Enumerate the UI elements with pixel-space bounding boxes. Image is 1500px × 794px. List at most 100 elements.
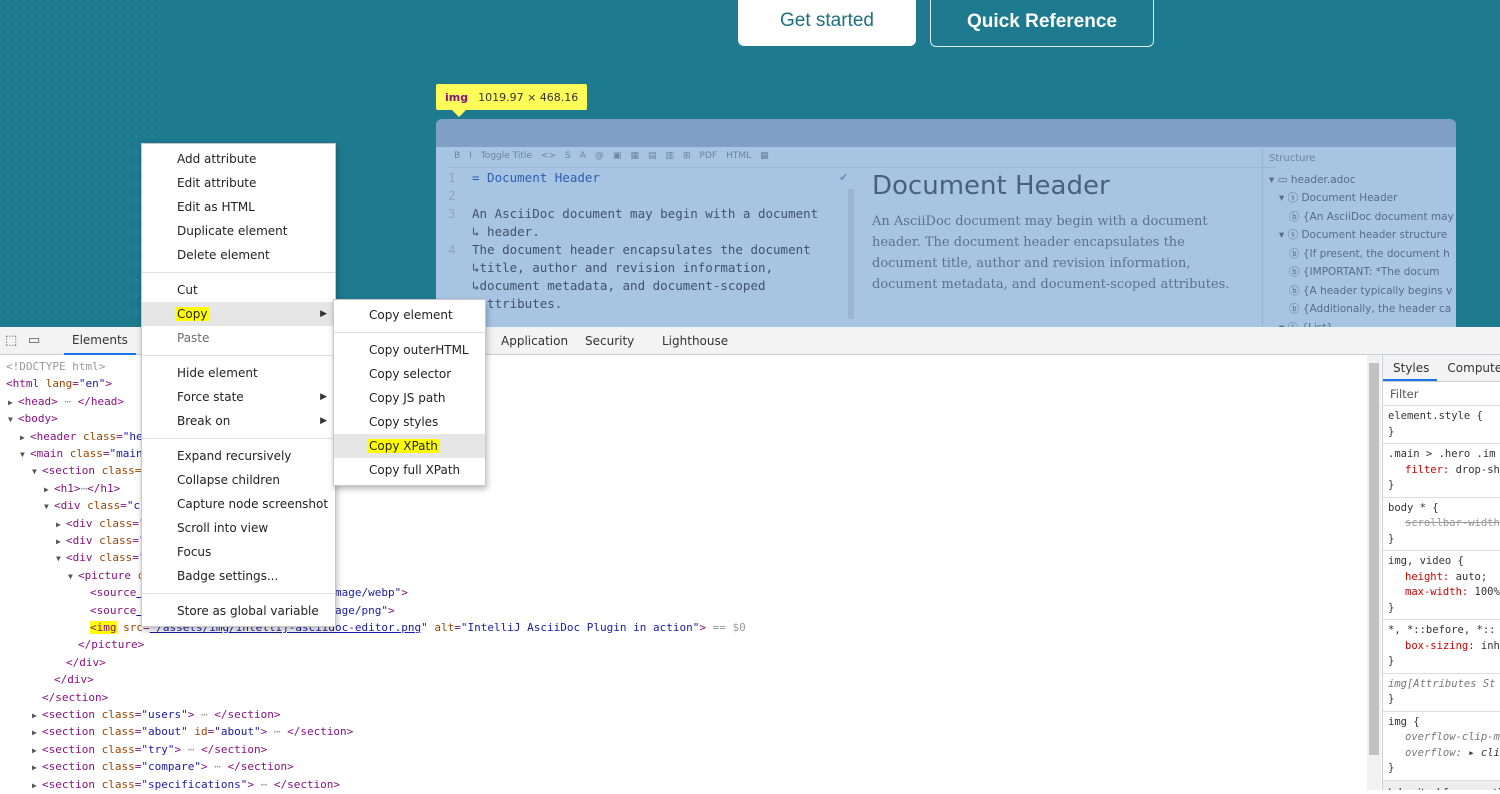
dom-node[interactable]: </div>: [54, 671, 94, 688]
device-toolbar-icon[interactable]: ▭: [28, 333, 40, 348]
toolbar-item: Toggle Title: [480, 151, 532, 161]
dom-node[interactable]: ▶ <h1>⋯</h1>: [44, 480, 120, 497]
dom-node[interactable]: ▼<div class=": [56, 549, 146, 566]
menu-item-break-on[interactable]: Break on ▶: [142, 409, 335, 433]
elements-scrollbar[interactable]: [1367, 355, 1381, 790]
menu-item-capture-node-screenshot[interactable]: Capture node screenshot: [142, 492, 335, 516]
dom-token: =: [72, 377, 79, 391]
inspect-icon[interactable]: ⬚: [5, 333, 17, 348]
menu-separator: [142, 593, 335, 594]
dom-node[interactable]: ▼ <body>: [8, 410, 58, 427]
style-property: overflow: ▸ cli: [1405, 746, 1500, 759]
tab-security[interactable]: Security: [585, 327, 634, 355]
dom-node[interactable]: ▼ <section class=: [32, 462, 141, 479]
tab-application[interactable]: Application: [501, 327, 568, 355]
menu-item-collapse-children[interactable]: Collapse children: [142, 468, 335, 492]
tab-styles[interactable]: Styles: [1383, 355, 1438, 381]
menu-item-scroll-into-view[interactable]: Scroll into view: [142, 516, 335, 540]
quick-reference-button[interactable]: Quick Reference: [930, 0, 1154, 47]
structure-item: ▾ ⓢ Document header structure: [1269, 229, 1448, 241]
dom-node[interactable]: <html lang="en">: [6, 375, 112, 392]
rule-close: }: [1388, 762, 1395, 774]
dom-token: <div: [66, 516, 100, 530]
dom-node[interactable]: ▶ <header class="he: [20, 428, 143, 445]
menu-item-delete-element[interactable]: Delete element: [142, 243, 335, 267]
menu-item-add-attribute[interactable]: Add attribute: [142, 147, 335, 171]
toolbar-item: ▣: [612, 151, 622, 161]
dom-node[interactable]: ▶ <section class="about" id="about"> ⋯ </…: [32, 723, 353, 740]
tab-lighthouse[interactable]: Lighthouse: [662, 327, 728, 355]
tooltip-size: 1019.97 × 468.16: [478, 90, 579, 104]
dom-token: >: [105, 377, 112, 391]
dom-node[interactable]: ▶ <section class="specifications"> ⋯ </se…: [32, 776, 340, 793]
menu-item-copy[interactable]: Copy ▶: [142, 302, 335, 326]
dom-token: ▼: [8, 415, 13, 425]
toolbar-item: A: [579, 151, 586, 161]
dom-node[interactable]: ▶ <section class="try"> ⋯ </section>: [32, 741, 267, 758]
menu-item-duplicate-element[interactable]: Duplicate element: [142, 219, 335, 243]
dom-token: <picture: [78, 568, 138, 582]
rule-selector: body * {: [1388, 501, 1439, 514]
dom-token: "he: [122, 429, 143, 443]
dom-node[interactable]: ▼ <div class="c: [44, 497, 140, 514]
toolbar-item: S: [565, 151, 571, 161]
dom-token: src: [116, 621, 143, 634]
line-number: [444, 259, 472, 277]
dom-token: =: [120, 499, 127, 513]
dom-token: </section>: [227, 760, 294, 774]
styles-filter-input[interactable]: Filter: [1383, 382, 1500, 406]
line-number: 1: [448, 170, 456, 185]
submenu-item-copy-js-path[interactable]: Copy JS path: [334, 386, 485, 410]
dom-node[interactable]: </section>: [42, 689, 108, 706]
code-line: 3 An AsciiDoc document may begin with a d…: [444, 205, 844, 223]
menu-item-cut[interactable]: Cut: [142, 278, 335, 302]
dom-token: =: [132, 551, 139, 565]
line-number: 3: [448, 206, 456, 221]
style-property: max-width: 100%: [1405, 586, 1500, 598]
menu-item-edit-attribute[interactable]: Edit attribute: [142, 171, 335, 195]
rule-close: }: [1388, 655, 1395, 667]
toolbar-item: B: [454, 151, 461, 161]
get-started-button[interactable]: Get started: [738, 0, 916, 46]
menu-item-badge-settings[interactable]: Badge settings...: [142, 564, 335, 588]
tab-computed[interactable]: Computed: [1437, 355, 1500, 381]
dom-token: ▶: [8, 397, 13, 407]
dom-node[interactable]: </div>: [66, 654, 106, 671]
dom-node[interactable]: </picture>: [78, 636, 144, 653]
menu-item-force-state[interactable]: Force state ▶: [142, 385, 335, 409]
style-rule: body * {scrollbar-width }: [1383, 498, 1500, 551]
submenu-item-copy-outerhtml[interactable]: Copy outerHTML: [334, 338, 485, 362]
dom-node[interactable]: ▶ <section class="users"> ⋯ </section>: [32, 706, 280, 723]
dom-node[interactable]: ▶ <head> ⋯ </head>: [8, 393, 124, 410]
menu-item-hide-element[interactable]: Hide element: [142, 361, 335, 385]
style-rule: element.style {}: [1383, 406, 1500, 444]
dom-token: lang: [45, 377, 73, 391]
menu-item-expand-recursively[interactable]: Expand recursively: [142, 444, 335, 468]
toolbar-item: ⊞: [682, 151, 691, 161]
menu-item-focus[interactable]: Focus: [142, 540, 335, 564]
structure-item: ⓑ {If present, the document h: [1269, 247, 1450, 260]
menu-item-store-as-global-variable[interactable]: Store as global variable: [142, 599, 335, 623]
menu-item-edit-as-html[interactable]: Edit as HTML: [142, 195, 335, 219]
dom-token: ▶: [32, 780, 37, 790]
dom-node[interactable]: ▼ <main class="main: [20, 445, 143, 462]
submenu-item-copy-selector[interactable]: Copy selector: [334, 362, 485, 386]
dom-token: </section>: [200, 742, 268, 756]
dom-token: =: [102, 447, 110, 460]
submenu-item-copy-full-xpath[interactable]: Copy full XPath: [334, 458, 485, 482]
submenu-item-copy-element[interactable]: Copy element: [334, 303, 485, 327]
submenu-item-copy-xpath[interactable]: Copy XPath: [334, 434, 485, 458]
rule-selector: img {: [1388, 715, 1420, 728]
dom-node[interactable]: ▶<div class=": [56, 515, 146, 532]
dom-token: ▶: [20, 432, 25, 442]
rule-close: }: [1388, 693, 1395, 705]
dom-token: class: [99, 551, 133, 565]
dom-node[interactable]: <!DOCTYPE html>: [6, 358, 105, 375]
tab-elements[interactable]: Elements: [64, 327, 136, 355]
dom-node[interactable]: ▼<picture c: [68, 567, 144, 584]
rule-close: }: [1388, 479, 1395, 491]
structure-item: ▾ ⓛ {List}: [1269, 319, 1450, 328]
dom-node[interactable]: ▶<div class=": [56, 532, 146, 549]
dom-node[interactable]: ▶ <section class="compare"> ⋯ </section>: [32, 758, 294, 775]
submenu-item-copy-styles[interactable]: Copy styles: [334, 410, 485, 434]
